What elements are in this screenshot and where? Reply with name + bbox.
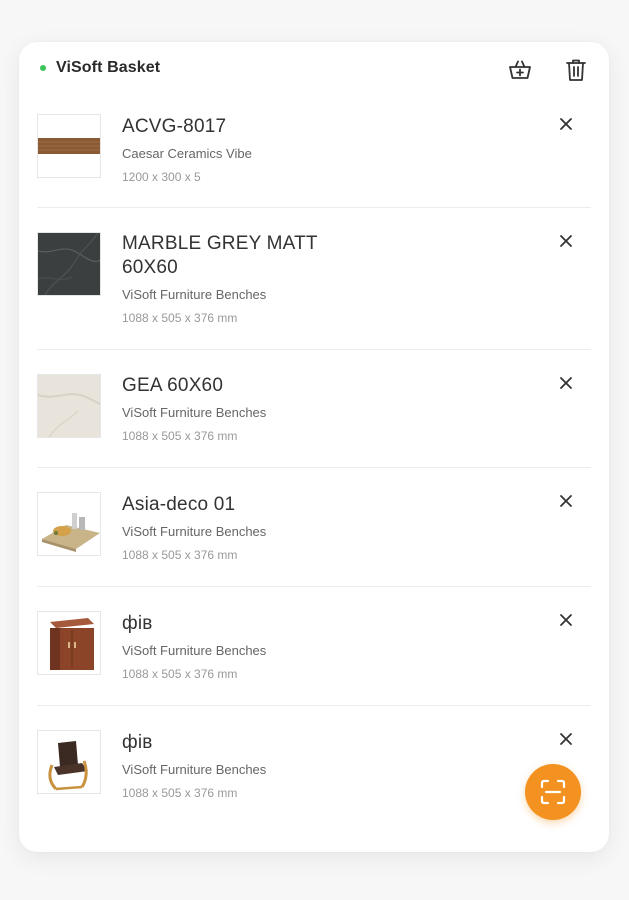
item-dimensions: 1088 x 505 x 376 mm bbox=[122, 548, 238, 562]
remove-item-button[interactable] bbox=[555, 230, 577, 252]
item-dimensions: 1088 x 505 x 376 mm bbox=[122, 667, 238, 681]
basket-panel: ViSoft Basket ACVG-8017 Caesar Ceramics … bbox=[19, 42, 609, 852]
item-thumbnail-wood-cabinet bbox=[37, 611, 101, 675]
remove-item-button[interactable] bbox=[555, 113, 577, 135]
trash-icon bbox=[566, 59, 586, 81]
item-name[interactable]: фів bbox=[122, 731, 153, 755]
item-brand: ViSoft Furniture Benches bbox=[122, 762, 267, 777]
scan-button[interactable] bbox=[525, 764, 581, 820]
remove-item-button[interactable] bbox=[555, 728, 577, 750]
item-brand: ViSoft Furniture Benches bbox=[122, 643, 267, 658]
basket-item: GEA 60X60 ViSoft Furniture Benches 1088 … bbox=[37, 350, 591, 468]
item-thumbnail-dark-marble bbox=[37, 232, 101, 296]
item-dimensions: 1088 x 505 x 376 mm bbox=[122, 311, 238, 325]
item-brand: ViSoft Furniture Benches bbox=[122, 405, 267, 420]
basket-item: фів ViSoft Furniture Benches 1088 x 505 … bbox=[37, 587, 591, 706]
basket-item: ACVG-8017 Caesar Ceramics Vibe 1200 x 30… bbox=[37, 100, 591, 208]
basket-item: фів ViSoft Furniture Benches 1088 x 505 … bbox=[37, 706, 591, 825]
item-brand: Caesar Ceramics Vibe bbox=[122, 146, 252, 161]
basket-item: MARBLE GREY MATT 60X60 ViSoft Furniture … bbox=[37, 208, 591, 350]
close-icon bbox=[560, 235, 572, 247]
item-name[interactable]: фів bbox=[122, 612, 153, 636]
item-brand: ViSoft Furniture Benches bbox=[122, 524, 267, 539]
item-thumbnail-light-marble bbox=[37, 374, 101, 438]
item-name[interactable]: ACVG-8017 bbox=[122, 115, 226, 139]
add-to-basket-button[interactable] bbox=[506, 56, 534, 84]
item-thumbnail-wood-tile bbox=[37, 114, 101, 178]
close-icon bbox=[560, 495, 572, 507]
item-dimensions: 1088 x 505 x 376 mm bbox=[122, 429, 238, 443]
close-icon bbox=[560, 377, 572, 389]
item-dimensions: 1088 x 505 x 376 mm bbox=[122, 786, 238, 800]
remove-item-button[interactable] bbox=[555, 609, 577, 631]
item-thumbnail-armchair bbox=[37, 730, 101, 794]
item-thumbnail-deco-tray bbox=[37, 492, 101, 556]
basket-header: ViSoft Basket bbox=[19, 42, 609, 98]
basket-list: ACVG-8017 Caesar Ceramics Vibe 1200 x 30… bbox=[37, 100, 591, 825]
close-icon bbox=[560, 733, 572, 745]
basket-icon bbox=[509, 60, 531, 79]
basket-title: ViSoft Basket bbox=[56, 59, 161, 76]
scan-icon bbox=[540, 779, 566, 805]
close-icon bbox=[560, 614, 572, 626]
close-icon bbox=[560, 118, 572, 130]
status-dot bbox=[40, 65, 46, 71]
item-name[interactable]: GEA 60X60 bbox=[122, 374, 223, 398]
basket-item: Asia-deco 01 ViSoft Furniture Benches 10… bbox=[37, 468, 591, 587]
item-dimensions: 1200 x 300 x 5 bbox=[122, 170, 201, 184]
item-name[interactable]: Asia-deco 01 bbox=[122, 493, 235, 517]
item-name[interactable]: MARBLE GREY MATT 60X60 bbox=[122, 232, 332, 280]
remove-item-button[interactable] bbox=[555, 372, 577, 394]
item-brand: ViSoft Furniture Benches bbox=[122, 287, 267, 302]
clear-basket-button[interactable] bbox=[562, 56, 590, 84]
remove-item-button[interactable] bbox=[555, 490, 577, 512]
